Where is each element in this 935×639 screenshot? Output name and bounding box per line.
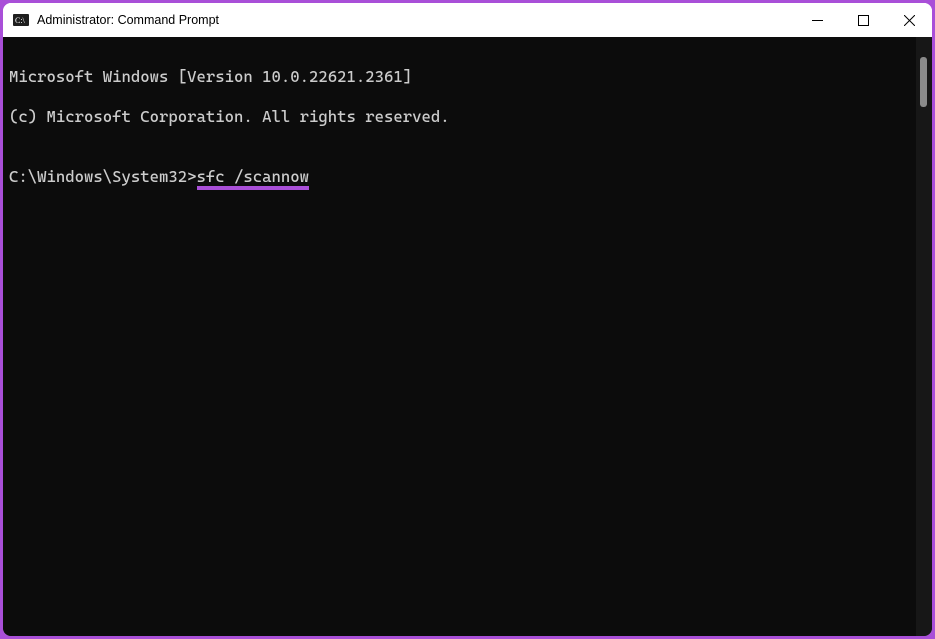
window-title: Administrator: Command Prompt — [37, 13, 219, 27]
client-area: Microsoft Windows [Version 10.0.22621.23… — [3, 37, 932, 636]
cmd-icon: C:\ — [13, 12, 29, 28]
maximize-button[interactable] — [840, 3, 886, 37]
close-button[interactable] — [886, 3, 932, 37]
typed-command: sfc /scannow — [197, 167, 310, 190]
console-output[interactable]: Microsoft Windows [Version 10.0.22621.23… — [3, 37, 916, 636]
command-prompt-window: C:\ Administrator: Command Prompt Micros… — [3, 3, 932, 636]
svg-text:C:\: C:\ — [15, 16, 26, 25]
titlebar[interactable]: C:\ Administrator: Command Prompt — [3, 3, 932, 37]
console-prompt-line: C:\Windows\System32>sfc /scannow — [9, 167, 916, 187]
prompt-path: C:\Windows\System32> — [9, 167, 197, 186]
vertical-scrollbar[interactable] — [916, 37, 932, 636]
minimize-button[interactable] — [794, 3, 840, 37]
console-line-version: Microsoft Windows [Version 10.0.22621.23… — [9, 67, 916, 87]
scrollbar-thumb[interactable] — [920, 57, 927, 107]
console-line-copyright: (c) Microsoft Corporation. All rights re… — [9, 107, 916, 127]
